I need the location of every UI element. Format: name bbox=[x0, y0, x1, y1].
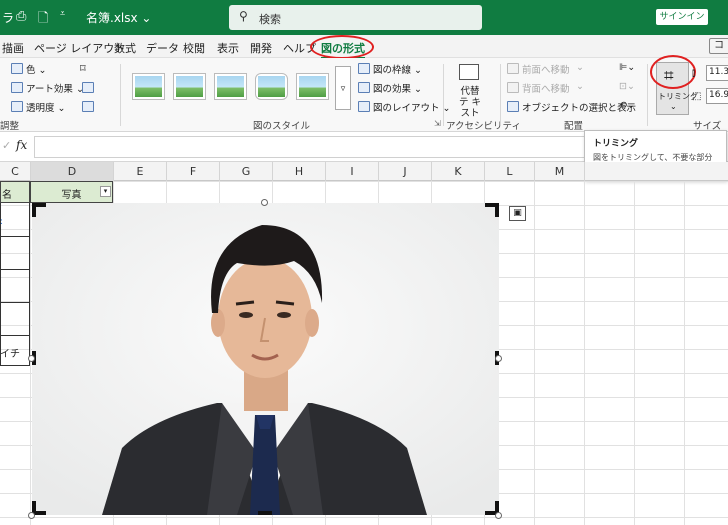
bring-forward-button[interactable]: 前面へ移動 bbox=[522, 62, 570, 76]
c-column-table-cells[interactable] bbox=[0, 203, 30, 366]
art-effects-icon bbox=[11, 82, 23, 93]
resize-handle-left[interactable] bbox=[28, 355, 35, 362]
alt-text-icon bbox=[459, 64, 479, 80]
filter-dropdown-icon[interactable]: ▾ bbox=[100, 186, 111, 197]
color-icon bbox=[11, 63, 23, 74]
height-input[interactable]: 11.3 bbox=[706, 65, 728, 81]
tab-draw[interactable]: 描画 bbox=[2, 40, 24, 56]
tab-data[interactable]: データ bbox=[146, 40, 179, 56]
picture-style-1[interactable] bbox=[132, 73, 165, 100]
transparency-icon bbox=[11, 101, 23, 112]
resize-handle-right[interactable] bbox=[495, 355, 502, 362]
cell-c-header[interactable]: 名 bbox=[0, 181, 30, 203]
col-header-e[interactable]: E bbox=[114, 162, 167, 181]
title-bar: ラ ⎙ 🗋 ⩡ 名簿.xlsx ⌄ ⚲ 検索 サインイン bbox=[0, 0, 728, 35]
col-header-g[interactable]: G bbox=[220, 162, 273, 181]
picture-effects-button[interactable]: 図の効果 ⌄ bbox=[373, 81, 422, 95]
resize-handle-bottom-left[interactable] bbox=[28, 512, 35, 519]
styles-launcher-icon[interactable]: ⇲ bbox=[434, 119, 441, 128]
customize-qat-icon[interactable]: ⩡ bbox=[60, 9, 65, 19]
change-picture-icon[interactable] bbox=[82, 82, 94, 93]
highlight-circle bbox=[310, 35, 374, 59]
styles-group-label: 図のスタイル bbox=[253, 121, 311, 132]
tab-formulas[interactable]: 数式 bbox=[114, 40, 136, 56]
styles-more-button[interactable]: ▿ bbox=[335, 66, 351, 110]
ribbon: 色 ⌄ ⌑ アート効果 ⌄ 透明度 ⌄ 調整 ▿ 図の枠線 ⌄ 図の効果 ⌄ 図… bbox=[0, 55, 728, 132]
picture-layout-button[interactable]: 図のレイアウト ⌄ bbox=[373, 100, 450, 114]
transparency-button[interactable]: 透明度 ⌄ bbox=[26, 100, 65, 114]
save-icon[interactable]: ⎙ bbox=[16, 9, 26, 24]
picture-style-2[interactable] bbox=[173, 73, 206, 100]
cell-c-row8[interactable]: イチ bbox=[0, 345, 20, 360]
col-header-h[interactable]: H bbox=[273, 162, 326, 181]
col-header-c[interactable]: C bbox=[0, 162, 31, 181]
col-header-l[interactable]: L bbox=[485, 162, 535, 181]
picture-style-4[interactable] bbox=[255, 73, 288, 100]
photo-header-label: 写真 bbox=[61, 190, 82, 201]
cell-d-header[interactable]: 写真 ▾ bbox=[30, 181, 113, 203]
picture-layout-icon bbox=[358, 101, 370, 112]
art-effects-button[interactable]: アート効果 ⌄ bbox=[26, 81, 84, 95]
bring-forward-dropdown[interactable]: ⌄ bbox=[576, 62, 584, 73]
title-fragment: ラ bbox=[2, 11, 15, 25]
col-header-m[interactable]: M bbox=[535, 162, 585, 181]
tab-view[interactable]: 表示 bbox=[217, 40, 239, 56]
picture-effects-icon bbox=[358, 82, 370, 93]
width-input[interactable]: 16.9 bbox=[706, 88, 728, 104]
ribbon-tabs: 描画 ページ レイアウト 数式 データ 校閲 表示 開発 ヘルプ 図の形式 コ bbox=[0, 35, 728, 59]
adjust-group-label: 調整 bbox=[0, 121, 20, 132]
portrait-photo bbox=[32, 203, 499, 515]
selection-pane-icon bbox=[507, 101, 519, 112]
workbook-name[interactable]: 名簿.xlsx ⌄ bbox=[86, 9, 151, 26]
tab-review[interactable]: 校閲 bbox=[183, 40, 205, 56]
picture-style-5[interactable] bbox=[296, 73, 329, 100]
highlight-circle bbox=[650, 55, 696, 89]
tab-developer[interactable]: 開発 bbox=[250, 40, 272, 56]
send-backward-icon bbox=[507, 82, 519, 93]
accessibility-group-label: アクセシビリティ bbox=[446, 121, 521, 132]
confirm-icon[interactable]: ✓ bbox=[2, 139, 11, 152]
column-headers: C D E F G H I J K L M bbox=[0, 162, 728, 181]
tab-page-layout[interactable]: ページ レイアウト bbox=[34, 40, 125, 56]
cell-c-link-mark: : bbox=[0, 217, 4, 227]
tooltip-title: トリミング bbox=[593, 139, 639, 149]
layout-options-icon[interactable]: ▣ bbox=[509, 206, 526, 221]
comments-button[interactable]: コ bbox=[709, 38, 728, 54]
picture-border-icon bbox=[358, 63, 370, 74]
search-box[interactable]: ⚲ 検索 bbox=[229, 5, 482, 30]
picture-border-button[interactable]: 図の枠線 ⌄ bbox=[373, 62, 422, 76]
group-icon[interactable]: ⊡⌄ bbox=[619, 81, 635, 92]
align-icon[interactable]: ⊫⌄ bbox=[619, 62, 635, 73]
alt-text-button[interactable]: 代替テ キスト bbox=[456, 86, 484, 119]
col-header-j[interactable]: J bbox=[379, 162, 432, 181]
rotate-icon[interactable]: ⟲⌄ bbox=[619, 100, 635, 111]
compress-icon[interactable]: ⌑ bbox=[80, 62, 86, 75]
signin-button[interactable]: サインイン bbox=[656, 9, 708, 25]
crop-dropdown-icon: ⌄ bbox=[670, 102, 677, 111]
reset-picture-icon[interactable] bbox=[82, 101, 94, 112]
search-placeholder: 検索 bbox=[259, 13, 281, 26]
col-header-f[interactable]: F bbox=[167, 162, 220, 181]
send-backward-dropdown[interactable]: ⌄ bbox=[576, 81, 584, 92]
bring-forward-icon bbox=[507, 63, 519, 74]
selected-picture[interactable] bbox=[32, 203, 499, 515]
picture-style-3[interactable] bbox=[214, 73, 247, 100]
new-file-icon[interactable]: 🗋 bbox=[38, 9, 48, 31]
col-header-i[interactable]: I bbox=[326, 162, 379, 181]
search-icon: ⚲ bbox=[239, 9, 248, 23]
arrange-group-label: 配置 bbox=[564, 121, 584, 132]
insert-function-icon[interactable]: fx bbox=[16, 138, 27, 152]
col-header-d[interactable]: D bbox=[31, 162, 114, 181]
send-backward-button[interactable]: 背面へ移動 bbox=[522, 81, 570, 95]
color-button[interactable]: 色 ⌄ bbox=[26, 62, 46, 76]
col-header-k[interactable]: K bbox=[432, 162, 485, 181]
resize-handle-bottom-right[interactable] bbox=[495, 512, 502, 519]
width-icon: ⬚ bbox=[692, 91, 702, 102]
height-icon: ⫾ bbox=[692, 68, 696, 79]
rotate-handle[interactable] bbox=[261, 199, 268, 206]
